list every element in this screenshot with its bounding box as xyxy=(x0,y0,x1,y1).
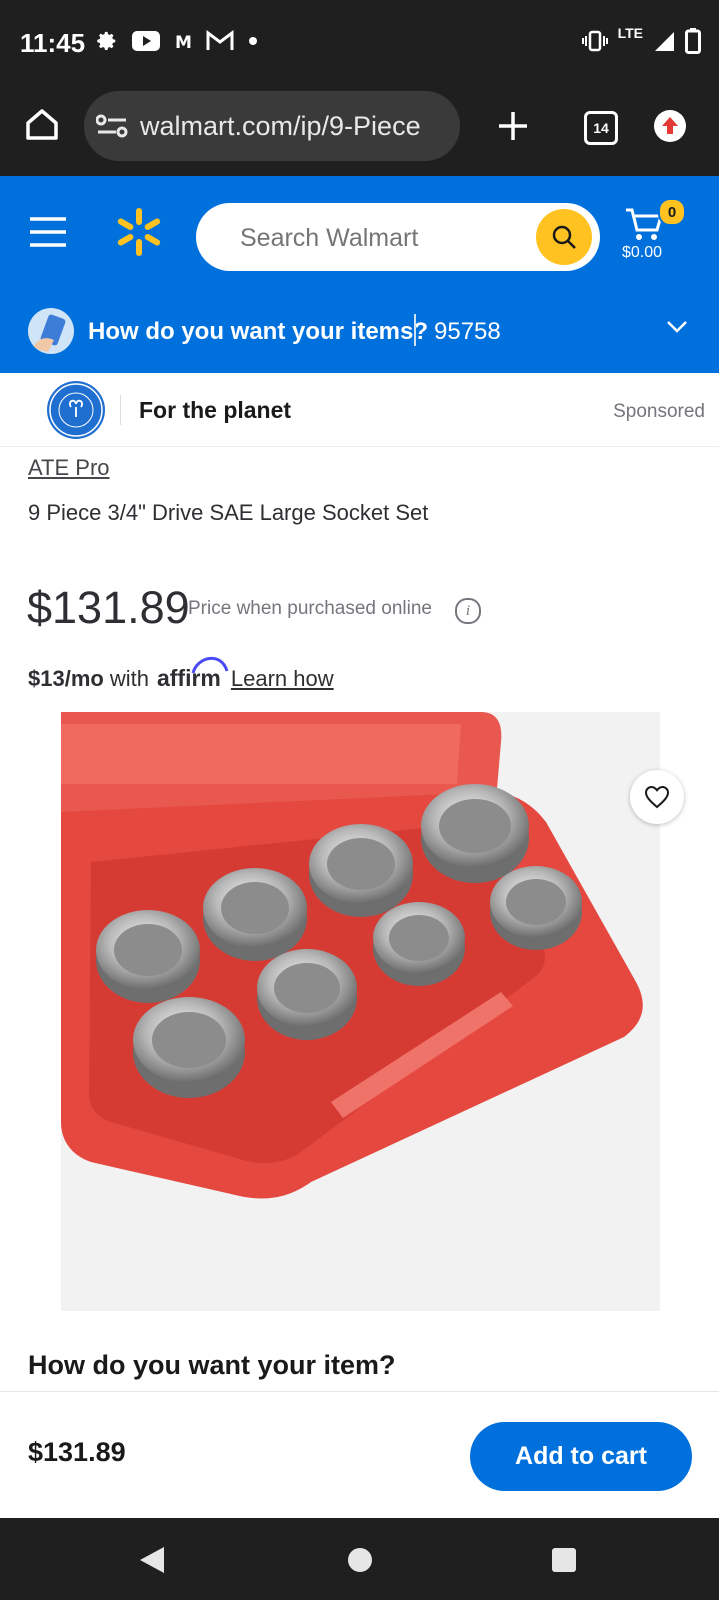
home-button-icon[interactable] xyxy=(346,1546,374,1574)
affirm-with-text: with xyxy=(109,666,149,691)
delivery-selector[interactable]: How do you want your items? 95758 xyxy=(0,296,719,373)
vibrate-icon xyxy=(581,30,608,52)
home-icon[interactable] xyxy=(24,106,60,142)
cart-count-badge: 0 xyxy=(658,198,686,226)
status-icons-left: M xyxy=(96,30,258,52)
back-icon[interactable] xyxy=(138,1545,166,1575)
address-bar[interactable]: walmart.com/ip/9-Piece xyxy=(84,91,460,161)
delivery-intent-icon xyxy=(28,308,74,354)
menu-icon[interactable] xyxy=(28,216,68,248)
sponsor-title: For the planet xyxy=(139,397,292,423)
update-icon[interactable] xyxy=(652,108,688,144)
status-icons-right: LTE xyxy=(581,25,701,54)
status-time: 11:45 xyxy=(20,28,86,58)
cart-button[interactable]: 0 $0.00 xyxy=(622,198,688,268)
heart-icon xyxy=(644,785,670,809)
chevron-down-icon xyxy=(667,321,687,333)
delivery-zip: 95758 xyxy=(434,318,501,345)
delivery-question: How do you want your items? xyxy=(88,318,429,345)
new-tab-icon[interactable] xyxy=(497,110,529,142)
learn-how-link[interactable]: Learn how xyxy=(231,666,334,692)
youtube-icon xyxy=(132,31,160,51)
affirm-logo: affirm xyxy=(157,657,229,692)
for-the-planet-logo xyxy=(47,381,105,439)
network-type: LTE xyxy=(617,25,643,41)
product-image[interactable] xyxy=(61,712,660,1311)
site-settings-icon[interactable] xyxy=(96,112,128,140)
url-text: walmart.com/ip/9-Piece xyxy=(140,110,421,141)
affirm-arc-icon xyxy=(191,657,229,674)
tab-switcher-button[interactable]: 14 xyxy=(584,111,618,145)
system-nav-bar xyxy=(0,1518,719,1600)
recents-icon[interactable] xyxy=(551,1547,577,1573)
walmart-header: 0 $0.00 How do you want your items? 9575… xyxy=(0,176,719,373)
search-icon xyxy=(552,225,576,249)
fulfillment-heading: How do you want your item? xyxy=(28,1350,396,1380)
product-title: 9 Piece 3/4" Drive SAE Large Socket Set xyxy=(28,500,429,525)
sticky-price: $131.89 xyxy=(28,1437,126,1467)
add-to-cart-button[interactable]: Add to cart xyxy=(470,1422,692,1491)
signal-icon xyxy=(655,32,674,51)
sponsored-banner[interactable]: For the planet Sponsored xyxy=(0,373,719,447)
m-icon: M xyxy=(175,33,192,51)
gear-icon xyxy=(97,31,116,50)
dot-icon xyxy=(249,37,257,45)
status-bar: 11:45 M LTE xyxy=(0,0,719,88)
search-input[interactable] xyxy=(238,203,522,273)
sticky-cart-bar: $131.89 Add to cart xyxy=(0,1391,719,1519)
sponsored-label: Sponsored xyxy=(613,401,705,422)
search-button[interactable] xyxy=(536,209,592,265)
delivery-divider xyxy=(414,314,416,346)
info-icon[interactable]: i xyxy=(455,598,481,624)
favorite-button[interactable] xyxy=(630,770,684,824)
gmail-icon xyxy=(206,30,234,50)
browser-toolbar: walmart.com/ip/9-Piece 14 xyxy=(0,88,719,176)
search-box xyxy=(196,203,600,273)
product-price: $131.89 xyxy=(27,582,190,633)
battery-icon xyxy=(685,28,701,54)
affirm-financing: $13/mo with affirm Learn how xyxy=(28,657,334,692)
cart-total: $0.00 xyxy=(622,244,663,261)
price-note: Price when purchased online xyxy=(188,598,432,619)
affirm-amount: $13/mo xyxy=(28,666,104,691)
sponsor-divider xyxy=(120,395,121,425)
walmart-spark-logo[interactable] xyxy=(115,206,163,258)
svg-text:M: M xyxy=(175,33,192,51)
brand-link[interactable]: ATE Pro xyxy=(28,455,110,481)
